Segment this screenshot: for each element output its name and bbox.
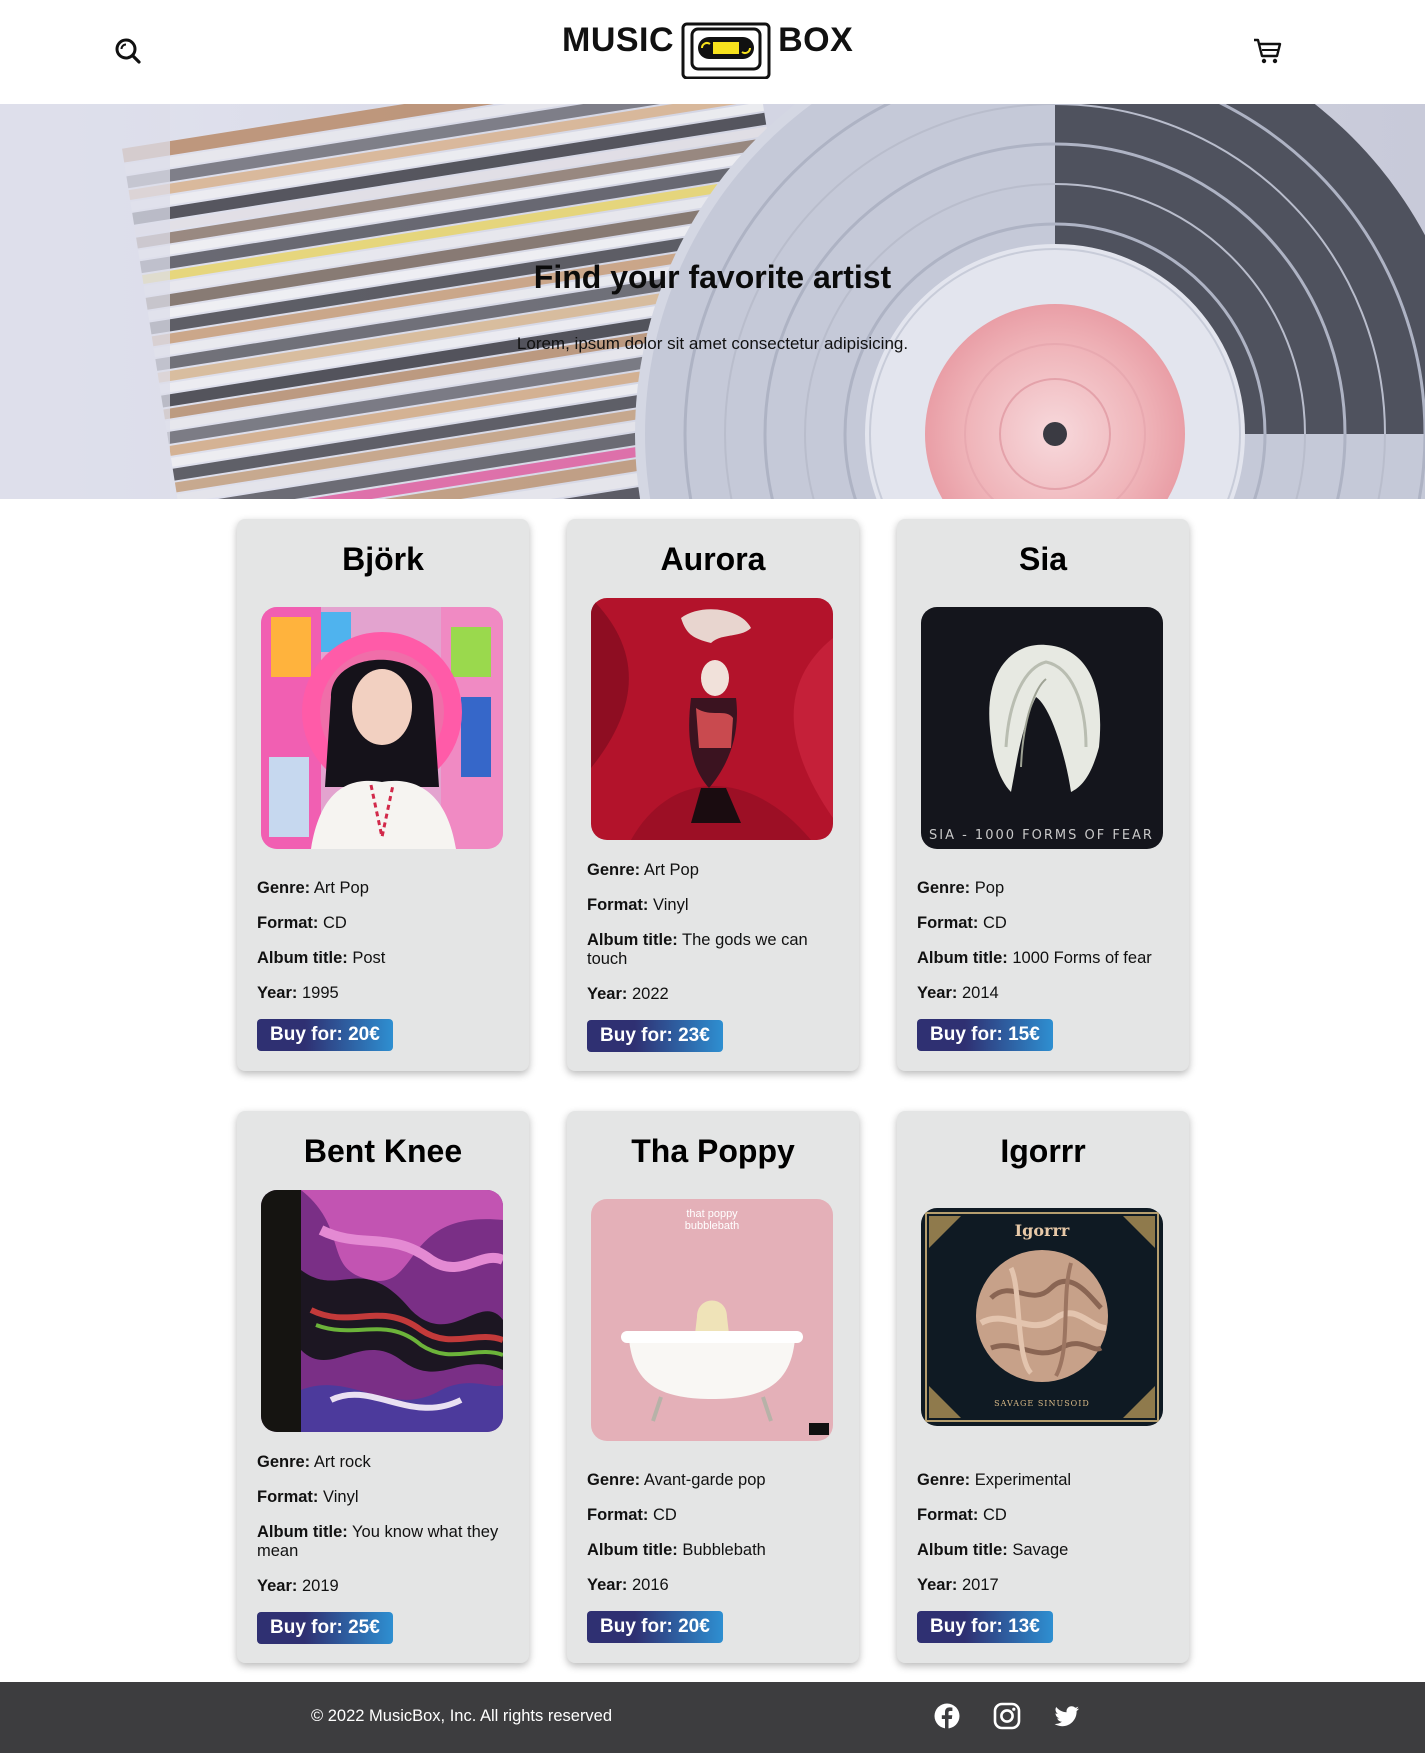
format-value: Vinyl	[653, 896, 689, 914]
format-label: Format:	[257, 1488, 319, 1506]
album-title-label: Album title:	[587, 931, 678, 949]
site-footer: © 2022 MusicBox, Inc. All rights reserve…	[0, 1682, 1425, 1753]
artist-name: Igorrr	[1000, 1133, 1086, 1169]
album-cover: SIA - 1000 FORMS OF FEAR	[921, 607, 1163, 849]
album-title-label: Album title:	[917, 1541, 1008, 1559]
format-value: CD	[323, 914, 347, 932]
album-info: Genre: Art rock Format: Vinyl Album titl…	[257, 1453, 515, 1644]
year-label: Year:	[587, 1576, 628, 1594]
igorrr-cover-text-1: Igorrr	[1015, 1221, 1070, 1240]
album-cover: that poppy bubblebath	[591, 1199, 833, 1441]
genre-label: Genre:	[257, 879, 311, 897]
artist-grid: Björk Genre: Art Pop Format: CD Album ti…	[0, 499, 1425, 1679]
album-info: Genre: Art Pop Format: Vinyl Album title…	[587, 861, 845, 1052]
genre-label: Genre:	[587, 861, 641, 879]
buy-button[interactable]: Buy for: 20€	[587, 1611, 723, 1643]
sia-cover-text: SIA - 1000 FORMS OF FEAR	[929, 828, 1154, 843]
artist-name: Aurora	[660, 541, 766, 577]
album-cover	[261, 607, 503, 849]
buy-button[interactable]: Buy for: 20€	[257, 1019, 393, 1051]
site-header: MUSIC BOX	[0, 0, 1425, 104]
album-title-value: Bubblebath	[682, 1541, 766, 1559]
format-value: CD	[653, 1506, 677, 1524]
album-title-label: Album title:	[257, 949, 348, 967]
album-title-label: Album title:	[257, 1523, 348, 1541]
genre-value: Experimental	[974, 1471, 1072, 1489]
artist-name: Bent Knee	[303, 1133, 463, 1169]
year-value: 2017	[961, 1576, 999, 1594]
buy-button[interactable]: Buy for: 15€	[917, 1019, 1053, 1051]
cart-icon[interactable]	[1252, 36, 1282, 66]
hero-subtitle: Lorem, ipsum dolor sit amet consectetur …	[516, 334, 909, 353]
genre-label: Genre:	[257, 1453, 311, 1471]
buy-button[interactable]: Buy for: 23€	[587, 1020, 723, 1052]
year-label: Year:	[587, 985, 628, 1003]
artist-card: Björk Genre: Art Pop Format: CD Album ti…	[237, 519, 529, 1071]
year-label: Year:	[257, 984, 298, 1002]
search-icon[interactable]	[113, 36, 143, 66]
hero-title: Find your favorite artist	[533, 259, 892, 295]
copyright-text: © 2022 MusicBox, Inc. All rights reserve…	[311, 1707, 613, 1725]
facebook-icon[interactable]	[933, 1702, 961, 1730]
album-info: Genre: Art Pop Format: CD Album title: P…	[257, 879, 515, 1051]
year-label: Year:	[917, 1576, 958, 1594]
album-info: Genre: Avant-garde pop Format: CD Album …	[587, 1471, 845, 1643]
igorrr-cover-text-2: SAVAGE SINUSOID	[994, 1399, 1090, 1408]
artist-card: Tha Poppy that poppy bubblebath Genre: A…	[567, 1111, 859, 1663]
artist-card: Sia SIA - 1000 FORMS OF FEAR Genre: Pop …	[897, 519, 1189, 1071]
artist-card: Bent Knee Genre: Art rock Format: Vinyl …	[237, 1111, 529, 1663]
hero-banner: Find your favorite artist Lorem, ipsum d…	[0, 104, 1425, 499]
album-title-label: Album title:	[917, 949, 1008, 967]
genre-label: Genre:	[917, 1471, 971, 1489]
logo-text-box: BOX	[778, 21, 854, 59]
format-label: Format:	[257, 914, 319, 932]
buy-button[interactable]: Buy for: 25€	[257, 1612, 393, 1644]
album-title-label: Album title:	[587, 1541, 678, 1559]
genre-value: Pop	[974, 879, 1005, 897]
album-title-value: 1000 Forms of fear	[1012, 949, 1152, 967]
genre-label: Genre:	[587, 1471, 641, 1489]
artist-name: Sia	[1018, 541, 1068, 577]
album-cover	[261, 1190, 503, 1432]
genre-label: Genre:	[917, 879, 971, 897]
poppy-cover-text-2: bubblebath	[685, 1220, 739, 1232]
album-info: Genre: Experimental Format: CD Album tit…	[917, 1471, 1175, 1643]
album-info: Genre: Pop Format: CD Album title: 1000 …	[917, 879, 1175, 1051]
format-value: CD	[983, 914, 1007, 932]
album-cover: Igorrr SAVAGE SINUSOID	[921, 1208, 1163, 1426]
instagram-icon[interactable]	[993, 1702, 1021, 1730]
artist-name: Björk	[342, 541, 424, 577]
artist-name: Tha Poppy	[631, 1133, 795, 1169]
twitter-icon[interactable]	[1053, 1702, 1081, 1730]
year-value: 2022	[631, 985, 669, 1003]
format-label: Format:	[587, 896, 649, 914]
year-value: 2019	[301, 1577, 339, 1595]
cassette-icon	[681, 22, 771, 79]
logo-text-music: MUSIC	[562, 21, 675, 59]
album-title-value: Post	[352, 949, 386, 967]
year-value: 1995	[301, 984, 339, 1002]
poppy-cover-text-1: that poppy	[686, 1208, 738, 1220]
genre-value: Avant-garde pop	[643, 1471, 766, 1489]
format-value: Vinyl	[323, 1488, 359, 1506]
buy-button[interactable]: Buy for: 13€	[917, 1611, 1053, 1643]
year-label: Year:	[917, 984, 958, 1002]
genre-value: Art Pop	[643, 861, 699, 879]
format-label: Format:	[587, 1506, 649, 1524]
site-logo[interactable]: MUSIC BOX	[562, 20, 853, 79]
format-value: CD	[983, 1506, 1007, 1524]
format-label: Format:	[917, 1506, 979, 1524]
year-value: 2014	[961, 984, 999, 1002]
year-value: 2016	[631, 1576, 669, 1594]
genre-value: Art Pop	[313, 879, 369, 897]
artist-card: Aurora Genre: Art Pop Format: Vinyl Albu…	[567, 519, 859, 1071]
genre-value: Art rock	[313, 1453, 371, 1471]
album-title-value: Savage	[1012, 1541, 1069, 1559]
format-label: Format:	[917, 914, 979, 932]
artist-card: Igorrr Igorrr SAVAGE SINUSOID Genre: Exp…	[897, 1111, 1189, 1663]
hero-text: Find your favorite artist Lorem, ipsum d…	[0, 259, 1425, 354]
album-cover	[591, 598, 833, 840]
year-label: Year:	[257, 1577, 298, 1595]
